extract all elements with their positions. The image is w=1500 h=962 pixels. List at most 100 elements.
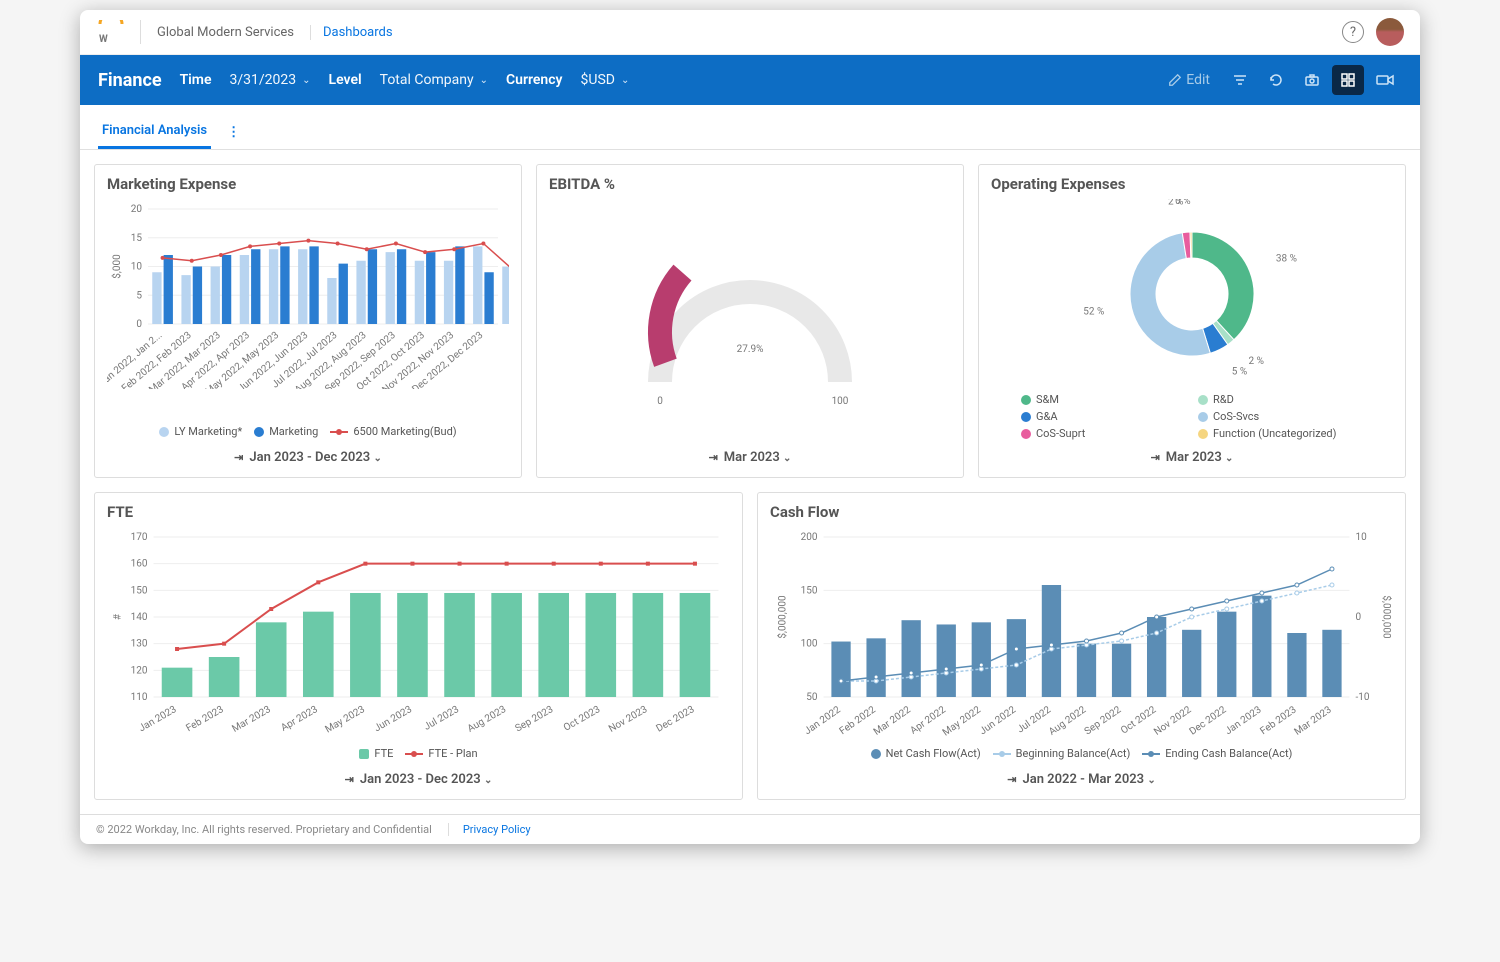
camera-icon[interactable] bbox=[1296, 65, 1328, 95]
edit-button[interactable]: Edit bbox=[1158, 66, 1220, 94]
help-icon[interactable]: ? bbox=[1342, 21, 1364, 43]
filter-icon[interactable] bbox=[1224, 65, 1256, 95]
svg-text:10: 10 bbox=[1356, 532, 1368, 543]
svg-text:Mar 2023: Mar 2023 bbox=[1293, 704, 1334, 737]
level-dropdown[interactable]: Total Company ⌄ bbox=[380, 72, 488, 88]
svg-text:Feb 2023: Feb 2023 bbox=[184, 704, 225, 734]
svg-text:50: 50 bbox=[806, 692, 818, 703]
tab-bar: Financial Analysis ⋮ bbox=[80, 105, 1420, 150]
marketing-chart[interactable]: 05101520$,000Jan 2022, Jan 2...Feb 2022,… bbox=[107, 199, 509, 419]
svg-text:Jun 2023: Jun 2023 bbox=[373, 704, 414, 734]
filter-bar: Finance Time 3/31/2023 ⌄ Level Total Com… bbox=[80, 55, 1420, 105]
svg-text:Feb 2023: Feb 2023 bbox=[1258, 704, 1298, 737]
svg-text:120: 120 bbox=[131, 665, 148, 676]
tab-financial-analysis[interactable]: Financial Analysis bbox=[98, 115, 211, 149]
tab-more-icon[interactable]: ⋮ bbox=[223, 117, 244, 148]
grid-view-icon[interactable] bbox=[1332, 65, 1364, 95]
currency-dropdown[interactable]: $USD ⌄ bbox=[581, 72, 630, 88]
fte-chart[interactable]: 110120130140150160170#Jan 2023Feb 2023Ma… bbox=[107, 527, 730, 741]
svg-text:15: 15 bbox=[131, 233, 143, 244]
page-title: Finance bbox=[98, 70, 162, 91]
card-marketing-expense: Marketing Expense 05101520$,000Jan 2022,… bbox=[94, 164, 522, 478]
card-fte: FTE 110120130140150160170#Jan 2023Feb 20… bbox=[94, 492, 743, 800]
svg-text:110: 110 bbox=[131, 692, 148, 703]
svg-text:10: 10 bbox=[131, 262, 143, 273]
privacy-policy-link[interactable]: Privacy Policy bbox=[448, 823, 531, 836]
workday-logo[interactable]: W bbox=[96, 20, 141, 44]
svg-text:200: 200 bbox=[801, 532, 818, 543]
svg-text:100: 100 bbox=[832, 396, 849, 407]
svg-text:Sep 2022: Sep 2022 bbox=[1083, 704, 1124, 737]
svg-text:5 %: 5 % bbox=[1232, 367, 1247, 378]
svg-text:20: 20 bbox=[131, 204, 143, 215]
cashflow-chart[interactable]: 50100150200-10010$,000,000$,000,000Jan 2… bbox=[770, 527, 1393, 741]
svg-text:2 %: 2 % bbox=[1249, 356, 1264, 367]
svg-text:W: W bbox=[99, 34, 108, 44]
card-cash-flow: Cash Flow 50100150200-10010$,000,000$,00… bbox=[757, 492, 1406, 800]
svg-text:52 %: 52 % bbox=[1083, 306, 1104, 317]
svg-text:Feb 2022: Feb 2022 bbox=[838, 704, 878, 737]
svg-text:0 %: 0 % bbox=[1175, 199, 1190, 207]
card-ebitda: EBITDA % 27.9% 0 100 ⇥Mar 2023 ⌄ bbox=[536, 164, 964, 478]
svg-text:Oct 2022: Oct 2022 bbox=[1119, 704, 1159, 736]
svg-text:Aug 2023: Aug 2023 bbox=[466, 704, 508, 735]
company-name: Global Modern Services bbox=[153, 25, 298, 40]
cashflow-footer-dropdown[interactable]: ⇥Jan 2022 - Mar 2023 ⌄ bbox=[770, 766, 1393, 789]
cashflow-legend: Net Cash Flow(Act) Beginning Balance(Act… bbox=[770, 741, 1393, 766]
time-label: Time bbox=[180, 72, 212, 88]
time-dropdown[interactable]: 3/31/2023 ⌄ bbox=[230, 72, 311, 88]
svg-text:Dec 2023: Dec 2023 bbox=[655, 704, 697, 735]
currency-label: Currency bbox=[506, 72, 563, 88]
svg-text:150: 150 bbox=[131, 585, 148, 596]
card-title: Cash Flow bbox=[770, 503, 1393, 521]
marketing-legend: LY Marketing* Marketing 6500 Marketing(B… bbox=[107, 419, 509, 444]
svg-text:$,000,000: $,000,000 bbox=[776, 595, 789, 639]
video-icon[interactable] bbox=[1368, 65, 1402, 95]
svg-text:Mar 2022: Mar 2022 bbox=[872, 704, 913, 737]
svg-text:-10: -10 bbox=[1356, 692, 1370, 703]
top-bar: W Global Modern Services Dashboards ? bbox=[80, 10, 1420, 55]
svg-text:0: 0 bbox=[657, 396, 663, 407]
fte-legend: FTE FTE - Plan bbox=[107, 741, 730, 766]
chevron-down-icon: ⌄ bbox=[302, 75, 310, 86]
app-window: W Global Modern Services Dashboards ? Fi… bbox=[80, 10, 1420, 844]
svg-text:Sep 2023: Sep 2023 bbox=[513, 704, 555, 734]
user-avatar[interactable] bbox=[1376, 18, 1404, 46]
svg-text:Jan 2022: Jan 2022 bbox=[802, 704, 843, 737]
level-label: Level bbox=[329, 72, 362, 88]
svg-text:160: 160 bbox=[131, 559, 148, 570]
svg-text:May 2023: May 2023 bbox=[323, 704, 366, 735]
svg-text:Jan 2023: Jan 2023 bbox=[137, 704, 178, 734]
svg-text:Apr 2023: Apr 2023 bbox=[279, 704, 320, 734]
opex-footer-dropdown[interactable]: ⇥Mar 2023 ⌄ bbox=[991, 444, 1393, 467]
svg-text:Nov 2023: Nov 2023 bbox=[607, 704, 649, 735]
svg-text:150: 150 bbox=[801, 585, 818, 596]
svg-text:Jul 2023: Jul 2023 bbox=[422, 704, 461, 733]
svg-text:Nov 2022: Nov 2022 bbox=[1152, 704, 1193, 737]
svg-text:38 %: 38 % bbox=[1276, 253, 1297, 264]
breadcrumb-dashboards[interactable]: Dashboards bbox=[310, 25, 393, 40]
svg-text:27.9%: 27.9% bbox=[737, 344, 764, 355]
svg-text:0: 0 bbox=[136, 319, 142, 330]
svg-text:$,000,000: $,000,000 bbox=[1381, 595, 1394, 639]
svg-text:Mar 2023: Mar 2023 bbox=[230, 704, 272, 735]
svg-text:Dec 2022: Dec 2022 bbox=[1188, 704, 1229, 737]
card-title: EBITDA % bbox=[549, 175, 951, 193]
ebitda-footer-dropdown[interactable]: ⇥Mar 2023 ⌄ bbox=[549, 444, 951, 467]
svg-text:Jan 2023: Jan 2023 bbox=[1223, 704, 1263, 737]
ebitda-gauge[interactable]: 27.9% 0 100 bbox=[549, 199, 951, 444]
refresh-icon[interactable] bbox=[1260, 65, 1292, 95]
svg-text:5: 5 bbox=[136, 290, 142, 301]
svg-text:170: 170 bbox=[131, 532, 148, 543]
fte-footer-dropdown[interactable]: ⇥Jan 2023 - Dec 2023 ⌄ bbox=[107, 766, 730, 789]
card-title: FTE bbox=[107, 503, 730, 521]
copyright-text: © 2022 Workday, Inc. All rights reserved… bbox=[96, 823, 432, 836]
svg-text:140: 140 bbox=[131, 612, 148, 623]
marketing-footer-dropdown[interactable]: ⇥Jan 2023 - Dec 2023 ⌄ bbox=[107, 444, 509, 467]
opex-legend: S&M R&D G&A CoS-Svcs CoS-Suprt Function … bbox=[991, 389, 1393, 444]
svg-text:Oct 2023: Oct 2023 bbox=[562, 704, 602, 734]
svg-text:$,000: $,000 bbox=[110, 254, 123, 279]
svg-text:#: # bbox=[113, 613, 124, 620]
opex-donut[interactable]: 38 %2 %5 %52 %2 %0 % bbox=[991, 199, 1393, 389]
svg-text:Jun 2022: Jun 2022 bbox=[978, 704, 1019, 737]
